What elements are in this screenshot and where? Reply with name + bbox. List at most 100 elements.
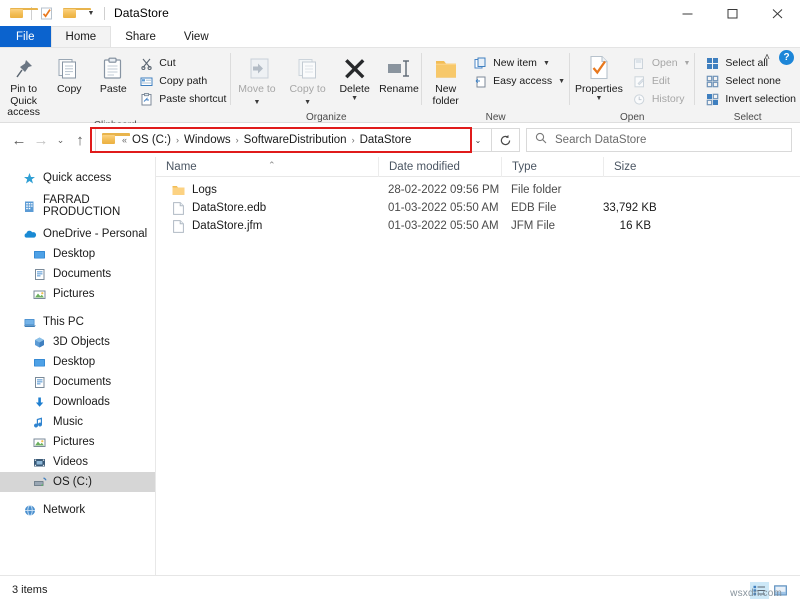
table-row[interactable]: DataStore.edb 01-03-2022 05:50 AM EDB Fi… bbox=[156, 199, 800, 217]
copy-button[interactable]: Copy bbox=[47, 53, 91, 96]
file-name: DataStore.jfm bbox=[192, 220, 263, 232]
easy-access-label: Easy access bbox=[493, 75, 553, 87]
rename-button[interactable]: Rename bbox=[377, 53, 422, 96]
recent-locations-button[interactable]: ⌄ bbox=[52, 127, 69, 153]
select-none-button[interactable]: Select none bbox=[701, 72, 800, 90]
properties-checkmark-icon[interactable] bbox=[38, 5, 55, 22]
new-item-button[interactable]: New item ▼ bbox=[469, 54, 569, 72]
edit-button[interactable]: Edit bbox=[628, 72, 695, 90]
breadcrumb-item-os-c[interactable]: OS (C:) bbox=[129, 134, 174, 146]
new-folder-icon[interactable] bbox=[61, 5, 91, 22]
sidebar-item-desktop[interactable]: Desktop bbox=[0, 352, 155, 372]
easy-access-button[interactable]: Easy access ▼ bbox=[469, 72, 569, 90]
sidebar-item-videos[interactable]: Videos bbox=[0, 452, 155, 472]
forward-button[interactable]: → bbox=[30, 127, 52, 153]
sidebar-item-pictures[interactable]: Pictures bbox=[0, 432, 155, 452]
folder-icon[interactable] bbox=[8, 5, 38, 22]
help-button[interactable]: ? bbox=[779, 50, 794, 65]
address-path-box[interactable]: « OS (C:) › Windows › SoftwareDistributi… bbox=[95, 128, 492, 152]
sidebar-item-farrad-production[interactable]: FARRAD PRODUCTION bbox=[0, 194, 155, 218]
sidebar-item-music[interactable]: Music bbox=[0, 412, 155, 432]
sidebar-item-onedrive-documents[interactable]: Documents bbox=[0, 264, 155, 284]
edit-icon bbox=[632, 74, 647, 89]
collapse-ribbon-icon[interactable]: ˄ bbox=[764, 52, 770, 63]
sidebar-label: OS (C:) bbox=[53, 476, 92, 488]
minimize-button[interactable] bbox=[665, 0, 710, 26]
column-header-size[interactable]: Size bbox=[603, 156, 665, 177]
maximize-button[interactable] bbox=[710, 0, 755, 26]
new-folder-button[interactable]: New folder bbox=[422, 53, 469, 107]
up-button[interactable]: ↑ bbox=[69, 127, 91, 153]
easy-access-icon bbox=[473, 74, 488, 89]
tab-view[interactable]: View bbox=[170, 26, 223, 47]
chevron-down-icon: ▼ bbox=[304, 98, 312, 106]
file-list-pane: Name ⌃ Date modified Type Size Logs 28-0… bbox=[156, 156, 800, 575]
sidebar-label: 3D Objects bbox=[53, 336, 110, 348]
sidebar-item-network[interactable]: Network bbox=[0, 500, 155, 520]
copy-label: Copy bbox=[57, 83, 82, 95]
sidebar-label: Pictures bbox=[53, 288, 95, 300]
invert-selection-button[interactable]: Invert selection bbox=[701, 90, 800, 108]
sidebar-label: Pictures bbox=[53, 436, 95, 448]
sidebar-item-onedrive-personal[interactable]: OneDrive - Personal bbox=[0, 224, 155, 244]
breadcrumb-separator[interactable]: › bbox=[174, 135, 181, 145]
paste-shortcut-button[interactable]: Paste shortcut bbox=[135, 90, 230, 108]
ribbon: Pin to Quick access Copy Paste Cut Copy … bbox=[0, 47, 800, 131]
breadcrumb-item-softwaredistribution[interactable]: SoftwareDistribution bbox=[241, 134, 350, 146]
sidebar-item-os-c[interactable]: OS (C:) bbox=[0, 472, 155, 492]
cut-button[interactable]: Cut bbox=[135, 54, 230, 72]
sort-ascending-icon: ⌃ bbox=[268, 159, 276, 170]
move-to-button[interactable]: Move to ▼ bbox=[231, 53, 282, 107]
breadcrumb-overflow[interactable]: « bbox=[120, 135, 129, 145]
column-headers: Name ⌃ Date modified Type Size bbox=[156, 156, 800, 177]
sidebar-item-downloads[interactable]: Downloads bbox=[0, 392, 155, 412]
breadcrumb-item-windows[interactable]: Windows bbox=[181, 134, 234, 146]
delete-x-icon bbox=[343, 53, 367, 81]
column-header-date-modified[interactable]: Date modified bbox=[378, 156, 501, 177]
sidebar-item-quick-access[interactable]: Quick access bbox=[0, 168, 155, 188]
onedrive-cloud-icon bbox=[22, 227, 37, 242]
chevron-down-icon: ▼ bbox=[542, 59, 550, 67]
tab-share[interactable]: Share bbox=[111, 26, 170, 47]
tab-file[interactable]: File bbox=[0, 26, 51, 47]
table-row[interactable]: DataStore.jfm 01-03-2022 05:50 AM JFM Fi… bbox=[156, 217, 800, 235]
copy-path-button[interactable]: Copy path bbox=[135, 72, 230, 90]
delete-button[interactable]: Delete ▼ bbox=[333, 53, 377, 102]
sidebar-label: Desktop bbox=[53, 248, 96, 260]
sidebar-item-onedrive-desktop[interactable]: Desktop bbox=[0, 244, 155, 264]
file-size-cell: 16 KB bbox=[619, 220, 651, 232]
open-button[interactable]: Open ▼ bbox=[628, 54, 695, 72]
column-header-name[interactable]: Name ⌃ bbox=[156, 157, 378, 177]
back-button[interactable]: ← bbox=[8, 127, 30, 153]
breadcrumb-separator[interactable]: › bbox=[234, 135, 241, 145]
search-input[interactable]: Search DataStore bbox=[555, 134, 646, 146]
sidebar-label: Documents bbox=[53, 268, 112, 280]
tab-home[interactable]: Home bbox=[50, 26, 112, 47]
company-icon bbox=[22, 199, 37, 214]
breadcrumb-item-datastore[interactable]: DataStore bbox=[357, 134, 415, 146]
paste-button[interactable]: Paste bbox=[91, 53, 135, 96]
title-bar: ▼ DataStore bbox=[0, 0, 800, 26]
sidebar-item-documents[interactable]: Documents bbox=[0, 372, 155, 392]
search-box[interactable]: Search DataStore bbox=[526, 128, 792, 152]
sidebar-label: Network bbox=[43, 504, 86, 516]
copy-to-button[interactable]: Copy to ▼ bbox=[283, 53, 333, 107]
table-row[interactable]: Logs 28-02-2022 09:56 PM File folder bbox=[156, 181, 800, 199]
close-button[interactable] bbox=[755, 0, 800, 26]
copy-to-label: Copy to ▼ bbox=[288, 83, 328, 107]
open-small-commands: Open ▼ Edit History bbox=[628, 53, 695, 108]
address-dropdown-icon[interactable]: ⌄ bbox=[469, 136, 487, 145]
pin-to-quick-access-button[interactable]: Pin to Quick access bbox=[0, 53, 47, 119]
properties-button[interactable]: Properties ▼ bbox=[570, 53, 628, 102]
history-button[interactable]: History bbox=[628, 90, 695, 108]
sidebar-item-this-pc[interactable]: This PC bbox=[0, 312, 155, 332]
pictures-icon bbox=[32, 435, 47, 450]
sidebar-item-onedrive-pictures[interactable]: Pictures bbox=[0, 284, 155, 304]
address-bar: ← → ⌄ ↑ « OS (C:) › Windows › SoftwareDi… bbox=[0, 123, 800, 157]
sidebar-label: Downloads bbox=[53, 396, 110, 408]
refresh-button[interactable] bbox=[492, 128, 520, 152]
column-header-type[interactable]: Type bbox=[501, 156, 603, 177]
breadcrumb-separator[interactable]: › bbox=[350, 135, 357, 145]
sidebar-item-3d-objects[interactable]: 3D Objects bbox=[0, 332, 155, 352]
